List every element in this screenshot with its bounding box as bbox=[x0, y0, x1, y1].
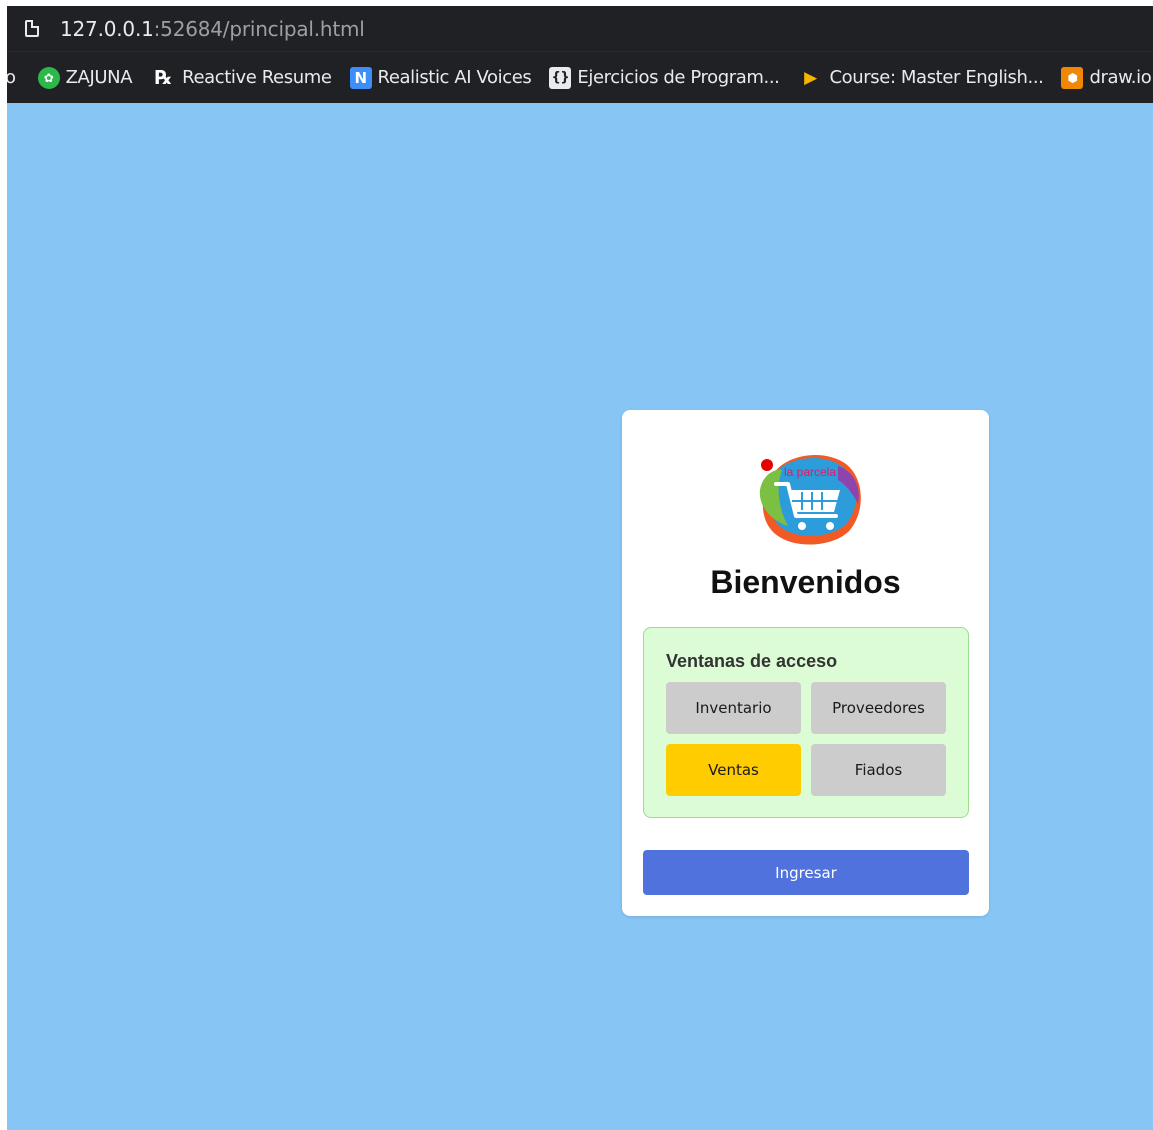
rx-icon: ℞ bbox=[154, 66, 172, 89]
bookmark-truncated[interactable]: o bbox=[7, 67, 16, 88]
ingresar-button[interactable]: Ingresar bbox=[643, 850, 969, 895]
bookmark-reactive-resume[interactable]: ℞ Reactive Resume bbox=[150, 66, 332, 89]
bookmark-ejercicios[interactable]: {} Ejercicios de Program... bbox=[549, 66, 780, 89]
bookmark-zajuna[interactable]: ✿ ZAJUNA bbox=[37, 66, 133, 89]
page-icon bbox=[25, 20, 39, 37]
bookmark-label: Ejercicios de Program... bbox=[577, 67, 780, 88]
bookmark-realistic-ai-voices[interactable]: N Realistic AI Voices bbox=[349, 66, 532, 89]
access-panel-title: Ventanas de acceso bbox=[666, 651, 838, 671]
proveedores-button[interactable]: Proveedores bbox=[811, 682, 946, 734]
bookmark-label: o bbox=[7, 67, 16, 88]
bookmarks-bar: o ✿ ZAJUNA ℞ Reactive Resume N Realistic… bbox=[7, 51, 1153, 103]
bookmark-drawio[interactable]: ⬢ draw.io bbox=[1061, 66, 1152, 89]
access-windows-panel: Ventanas de acceso Inventario Proveedore… bbox=[643, 627, 969, 818]
bookmark-course-master-english[interactable]: ▶ Course: Master English... bbox=[798, 67, 1044, 88]
page-viewport: la parcela Bienvenidos Ventanas de acces… bbox=[7, 103, 1153, 1130]
address-bar[interactable]: 127.0.0.1:52684/principal.html bbox=[7, 6, 1153, 51]
welcome-card: la parcela Bienvenidos Ventanas de acces… bbox=[622, 410, 989, 916]
logo-text: la parcela bbox=[784, 465, 836, 479]
browser-window: 127.0.0.1:52684/principal.html o ✿ ZAJUN… bbox=[7, 6, 1153, 1130]
page-title: Bienvenidos bbox=[710, 564, 901, 600]
url-path: :52684/principal.html bbox=[153, 16, 365, 41]
ventas-button[interactable]: Ventas bbox=[666, 744, 801, 796]
inventario-button[interactable]: Inventario bbox=[666, 682, 801, 734]
fiados-button[interactable]: Fiados bbox=[811, 744, 946, 796]
bookmark-label: draw.io bbox=[1089, 67, 1152, 88]
bookmark-label: ZAJUNA bbox=[65, 67, 133, 88]
zajuna-icon: ✿ bbox=[37, 66, 60, 89]
curly-braces-icon: {} bbox=[549, 66, 572, 89]
url-host: 127.0.0.1 bbox=[60, 16, 154, 41]
play-arrow-icon: ▶ bbox=[804, 67, 817, 88]
drawio-icon: ⬢ bbox=[1061, 66, 1084, 89]
url-field[interactable]: 127.0.0.1:52684/principal.html bbox=[60, 17, 365, 41]
bookmark-label: Reactive Resume bbox=[182, 67, 332, 88]
bookmark-label: Realistic AI Voices bbox=[377, 67, 532, 88]
la-parcela-logo: la parcela bbox=[759, 454, 861, 545]
bookmark-label: Course: Master English... bbox=[829, 67, 1044, 88]
n-logo-icon: N bbox=[349, 66, 372, 89]
